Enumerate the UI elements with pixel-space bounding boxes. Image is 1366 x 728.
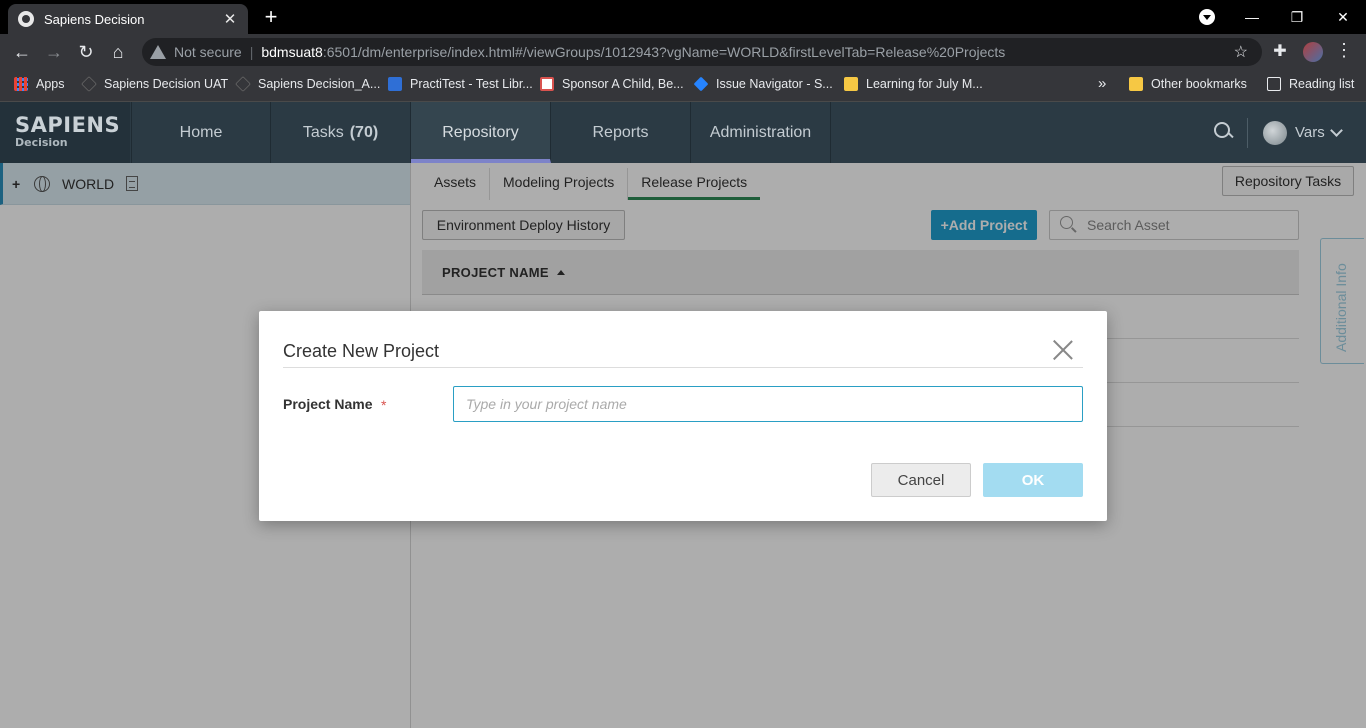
tab-title: Sapiens Decision bbox=[44, 11, 145, 27]
tab-search-icon[interactable] bbox=[1199, 9, 1215, 25]
nav-label: Home bbox=[179, 123, 223, 141]
header-divider bbox=[1247, 118, 1248, 148]
nav-reports[interactable]: Reports bbox=[551, 102, 691, 163]
globe-icon bbox=[540, 77, 554, 91]
search-icon[interactable] bbox=[1212, 120, 1234, 142]
address-bar[interactable]: Not secure | bdmsuat8:6501/dm/enterprise… bbox=[142, 38, 1262, 66]
bookmark-icon bbox=[844, 77, 858, 91]
bookmark-label: Sapiens Decision UAT bbox=[104, 77, 229, 91]
apps-icon bbox=[14, 77, 28, 91]
nav-label: Reports bbox=[592, 123, 649, 141]
bookmark-label: Apps bbox=[36, 77, 65, 91]
back-button[interactable]: ← bbox=[10, 40, 34, 64]
not-secure-label[interactable]: Not secure bbox=[174, 44, 242, 60]
bookmark-label: Issue Navigator - S... bbox=[716, 77, 833, 91]
browser-menu-icon[interactable]: ⋮ bbox=[1334, 40, 1354, 61]
bookmark-label: Learning for July M... bbox=[866, 77, 983, 91]
bookmark-label: PractiTest - Test Libr... bbox=[410, 77, 533, 91]
bookmark-apps[interactable]: Apps bbox=[14, 77, 65, 91]
other-bookmarks[interactable]: Other bookmarks bbox=[1129, 77, 1247, 91]
folder-icon bbox=[1129, 77, 1143, 91]
bookmark-label: Sapiens Decision_A... bbox=[258, 77, 381, 91]
nav-label: Repository bbox=[442, 123, 519, 141]
bookmark-practitest[interactable]: PractiTest - Test Libr... bbox=[388, 77, 533, 91]
dialog-divider bbox=[283, 367, 1083, 368]
user-avatar[interactable] bbox=[1263, 121, 1287, 145]
browser-tab-bar: Sapiens Decision ✕ + — ❐ ✕ bbox=[0, 0, 1366, 34]
more-bookmarks-button[interactable]: » bbox=[1098, 75, 1106, 92]
create-project-dialog: Create New Project Project Name * Cancel… bbox=[259, 311, 1107, 521]
reload-button[interactable]: ↻ bbox=[74, 40, 98, 64]
extensions-icon[interactable]: ✚ bbox=[1270, 42, 1290, 62]
sapiens-logo[interactable]: SAPIENS Decision bbox=[0, 102, 130, 163]
other-bookmarks-label: Other bookmarks bbox=[1151, 77, 1247, 91]
bookmarks-bar: Apps Sapiens Decision UAT Sapiens Decisi… bbox=[0, 70, 1366, 102]
browser-tab[interactable]: Sapiens Decision ✕ bbox=[8, 4, 248, 34]
reading-list-icon bbox=[1267, 77, 1281, 91]
minimize-button[interactable]: — bbox=[1229, 0, 1275, 34]
nav-repository[interactable]: Repository bbox=[411, 102, 551, 163]
reading-list[interactable]: Reading list bbox=[1267, 77, 1354, 91]
required-marker: * bbox=[381, 397, 387, 413]
tab-close-icon[interactable]: ✕ bbox=[222, 10, 238, 28]
address-separator: | bbox=[249, 44, 254, 60]
user-name[interactable]: Vars bbox=[1295, 124, 1325, 141]
bookmark-learning[interactable]: Learning for July M... bbox=[844, 77, 983, 91]
url-host: bdmsuat8 bbox=[261, 44, 323, 60]
nav-home[interactable]: Home bbox=[131, 102, 271, 163]
nav-administration[interactable]: Administration bbox=[691, 102, 831, 163]
tasks-count-badge: (70) bbox=[349, 123, 379, 141]
project-name-input[interactable] bbox=[453, 386, 1083, 422]
forward-button[interactable]: → bbox=[42, 40, 66, 64]
dialog-title: Create New Project bbox=[283, 341, 440, 361]
warning-icon bbox=[150, 45, 166, 59]
jira-icon bbox=[693, 76, 709, 92]
main-nav: Home Tasks (70) Repository Reports Admini… bbox=[131, 102, 831, 163]
nav-label: Tasks bbox=[302, 123, 344, 141]
diamond-icon bbox=[81, 76, 97, 92]
bookmark-sponsor[interactable]: Sponsor A Child, Be... bbox=[540, 77, 684, 91]
profile-avatar[interactable] bbox=[1303, 42, 1323, 62]
tab-favicon-icon bbox=[18, 11, 34, 27]
home-button[interactable]: ⌂ bbox=[106, 40, 130, 64]
cancel-button[interactable]: Cancel bbox=[871, 463, 971, 497]
diamond-icon bbox=[235, 76, 251, 92]
ok-button[interactable]: OK bbox=[983, 463, 1083, 497]
bookmark-label: Sponsor A Child, Be... bbox=[562, 77, 684, 91]
nav-tasks[interactable]: Tasks (70) bbox=[271, 102, 411, 163]
restore-button[interactable]: ❐ bbox=[1274, 0, 1320, 34]
window-close-button[interactable]: ✕ bbox=[1320, 0, 1366, 34]
app-header: SAPIENS Decision Home Tasks (70) Reposito… bbox=[0, 102, 1366, 163]
reading-list-label: Reading list bbox=[1289, 77, 1355, 91]
url-path: :6501/dm/enterprise/index.html#/viewGrou… bbox=[322, 44, 1006, 60]
project-name-label: Project Name bbox=[283, 396, 373, 412]
bookmark-issue-navigator[interactable]: Issue Navigator - S... bbox=[693, 76, 833, 92]
new-tab-button[interactable]: + bbox=[260, 6, 282, 28]
bookmark-sapiens-a[interactable]: Sapiens Decision_A... bbox=[235, 76, 381, 92]
practitest-icon bbox=[388, 77, 402, 91]
logo-text: SAPIENS bbox=[15, 113, 121, 137]
bookmark-sapiens-uat[interactable]: Sapiens Decision UAT bbox=[81, 76, 229, 92]
nav-label: Administration bbox=[709, 123, 812, 141]
logo-subtext: Decision bbox=[15, 136, 68, 149]
close-icon[interactable] bbox=[1052, 339, 1074, 361]
bookmark-star-icon[interactable]: ☆ bbox=[1234, 42, 1248, 62]
